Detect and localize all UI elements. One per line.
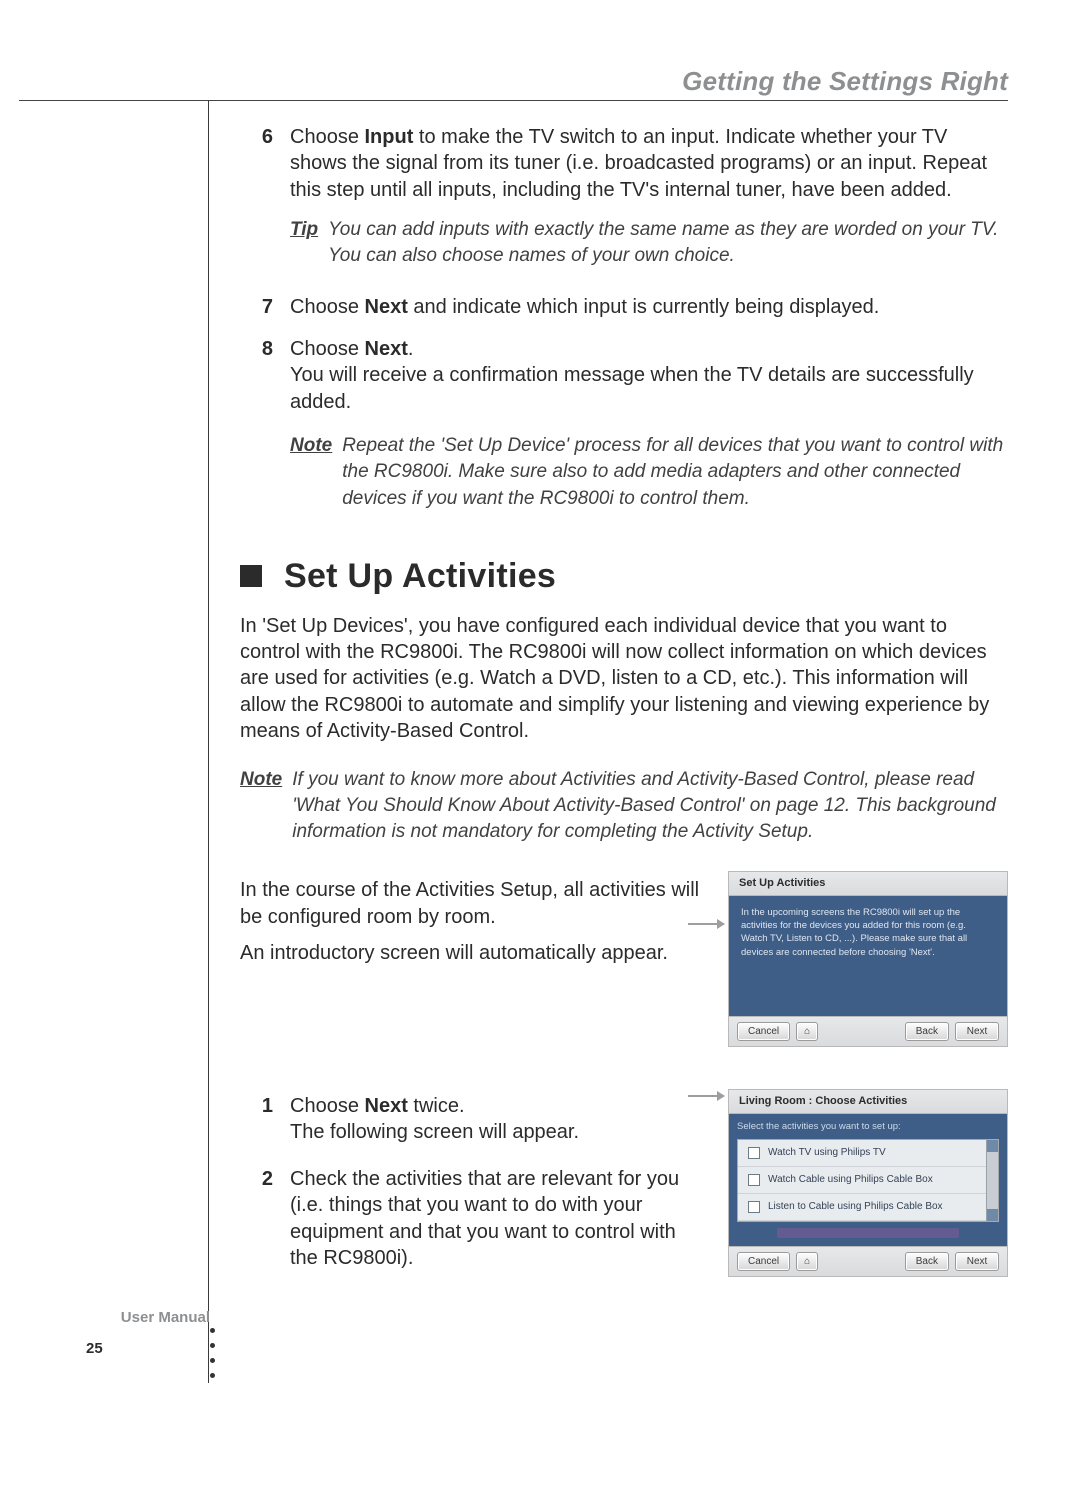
step-number: 2 <box>240 1166 290 1272</box>
dotted-ornament <box>208 1328 216 1388</box>
list-item[interactable]: Watch TV using Philips TV <box>738 1140 998 1167</box>
screenshot-setup-activities: Set Up Activities In the upcoming screen… <box>728 871 1008 1047</box>
t: Choose <box>290 126 365 148</box>
list-item-label: Watch Cable using Philips Cable Box <box>768 1173 933 1187</box>
step-text: Choose Input to make the TV switch to an… <box>290 124 1008 203</box>
home-button[interactable]: ⌂ <box>796 1022 818 1041</box>
t: twice. <box>408 1095 465 1117</box>
tip-text: You can add inputs with exactly the same… <box>328 217 1008 269</box>
progress-bar <box>777 1228 959 1238</box>
cancel-button[interactable]: Cancel <box>737 1022 790 1041</box>
screenshot-title: Living Room : Choose Activities <box>729 1090 1007 1114</box>
arrow-icon <box>688 923 724 925</box>
t: Choose <box>290 296 365 318</box>
list-item-label: Watch TV using Philips TV <box>768 1146 886 1160</box>
page-number: 25 <box>86 1340 103 1357</box>
back-button[interactable]: Back <box>905 1022 949 1041</box>
step-extra: The following screen will appear. <box>290 1119 704 1145</box>
list-item[interactable]: Listen to Cable using Philips Cable Box <box>738 1194 998 1221</box>
next-button[interactable]: Next <box>955 1022 999 1041</box>
t: Next <box>365 338 408 360</box>
step-7: 7 Choose Next and indicate which input i… <box>240 294 1008 320</box>
back-button[interactable]: Back <box>905 1252 949 1271</box>
home-button[interactable]: ⌂ <box>796 1252 818 1271</box>
screenshot-subtitle: Select the activities you want to set up… <box>737 1120 999 1133</box>
step-text: Choose Next. You will receive a confirma… <box>290 336 1008 415</box>
t: Choose <box>290 338 365 360</box>
step-text: Choose Next twice. The following screen … <box>290 1093 704 1146</box>
note-callout: Note If you want to know more about Acti… <box>240 767 1008 846</box>
note-label: Note <box>290 433 332 512</box>
step-number: 8 <box>240 336 290 415</box>
step-2: 2 Check the activities that are relevant… <box>240 1166 704 1272</box>
step-8: 8 Choose Next. You will receive a confir… <box>240 336 1008 415</box>
list-item-label: Listen to Cable using Philips Cable Box <box>768 1200 943 1214</box>
checkbox-icon[interactable] <box>748 1201 760 1213</box>
divider <box>19 100 1008 101</box>
list-item[interactable]: Watch Cable using Philips Cable Box <box>738 1167 998 1194</box>
t: Input <box>365 126 414 148</box>
step-number: 7 <box>240 294 290 320</box>
activity-list: Watch TV using Philips TV Watch Cable us… <box>737 1139 999 1222</box>
step-number: 6 <box>240 124 290 203</box>
note-label: Note <box>240 767 282 846</box>
step-text: Choose Next and indicate which input is … <box>290 294 1008 320</box>
intro-paragraph: In 'Set Up Devices', you have configured… <box>240 613 1008 745</box>
screenshot-body: In the upcoming screens the RC9800i will… <box>729 896 1007 1016</box>
t: Next <box>365 296 408 318</box>
tip-callout: Tip You can add inputs with exactly the … <box>240 217 1008 269</box>
step-1: 1 Choose Next twice. The following scree… <box>240 1093 704 1146</box>
screenshot-title: Set Up Activities <box>729 872 1007 896</box>
scrollbar[interactable] <box>986 1140 998 1221</box>
checkbox-icon[interactable] <box>748 1147 760 1159</box>
note-callout: Note Repeat the 'Set Up Device' process … <box>240 433 1008 512</box>
scroll-down-icon[interactable] <box>987 1209 998 1221</box>
screenshot-choose-activities: Living Room : Choose Activities Select t… <box>728 1089 1008 1277</box>
scroll-up-icon[interactable] <box>987 1140 998 1152</box>
heading-row: Set Up Activities <box>240 554 1008 599</box>
screenshot-footer: Cancel ⌂ Back Next <box>729 1246 1007 1276</box>
t: . <box>408 338 414 360</box>
step-number: 1 <box>240 1093 290 1146</box>
square-bullet-icon <box>240 565 262 587</box>
t: and indicate which input is currently be… <box>408 296 879 318</box>
screenshot-footer: Cancel ⌂ Back Next <box>729 1016 1007 1046</box>
step-6: 6 Choose Input to make the TV switch to … <box>240 124 1008 203</box>
t: Choose <box>290 1095 365 1117</box>
step-text: Check the activities that are relevant f… <box>290 1166 704 1272</box>
main-content: 6 Choose Input to make the TV switch to … <box>240 120 1008 1277</box>
t: Check the activities that are relevant f… <box>290 1168 679 1269</box>
tip-label: Tip <box>290 217 318 269</box>
section-heading: Getting the Settings Right <box>682 66 1008 97</box>
footer-label: User Manual <box>95 1309 210 1326</box>
next-button[interactable]: Next <box>955 1252 999 1271</box>
arrow-icon <box>688 1095 724 1097</box>
paragraph: In the course of the Activities Setup, a… <box>240 877 704 930</box>
step-extra: You will receive a confirmation message … <box>290 362 1008 415</box>
cancel-button[interactable]: Cancel <box>737 1252 790 1271</box>
heading-set-up-activities: Set Up Activities <box>284 554 556 599</box>
paragraph: An introductory screen will automaticall… <box>240 940 704 966</box>
checkbox-icon[interactable] <box>748 1174 760 1186</box>
margin-rule <box>208 100 209 1383</box>
t: Next <box>365 1095 408 1117</box>
note-text: If you want to know more about Activitie… <box>292 767 1008 846</box>
note-text: Repeat the 'Set Up Device' process for a… <box>342 433 1008 512</box>
